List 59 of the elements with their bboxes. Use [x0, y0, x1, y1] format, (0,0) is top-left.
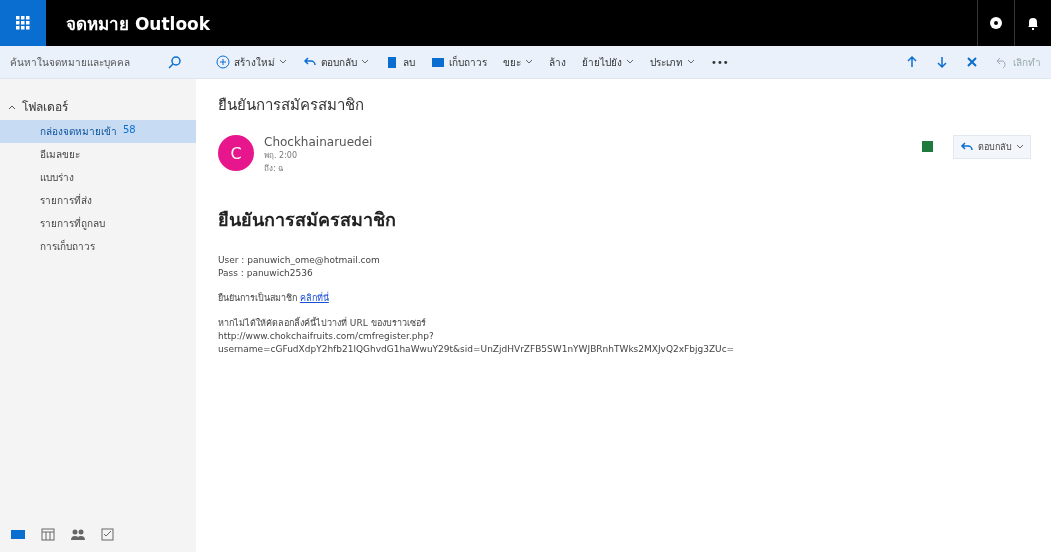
square-icon [922, 141, 933, 152]
toolbar-icon-button[interactable] [935, 55, 949, 69]
archive-icon [431, 55, 445, 69]
folder-item[interactable]: รายการที่ส่ง [0, 189, 196, 212]
toolbar-icon-button[interactable] [905, 55, 919, 69]
folders-toggle[interactable]: โฟลเดอร์ [0, 97, 68, 120]
confirm-link[interactable]: คลิกที่นี่ [299, 293, 329, 303]
message-recipient: ถึง: ฉ [264, 163, 285, 175]
folder-item[interactable]: แบบร่าง [0, 166, 196, 189]
caret-icon [1016, 144, 1024, 150]
credential-line: Pass : panuwich2536 [218, 267, 314, 280]
bell-icon [1027, 16, 1039, 30]
folder-item[interactable]: การเก็บถาวร [0, 235, 196, 258]
toolbar-icon-button[interactable] [965, 55, 979, 69]
waffle-icon [16, 16, 30, 30]
toolbar-button[interactable]: ตอบกลับ [303, 54, 369, 70]
fallback-text: หากไม่ได้ให้คัดลอกลิ้งค์นี้ไปวางที่ URL ของบราวเซอร์ [218, 317, 427, 330]
toolbar-button[interactable]: ลบ [385, 54, 415, 70]
trash-icon [385, 55, 399, 69]
toolbar-button[interactable]: สร้างใหม่ [216, 54, 287, 70]
close-icon [965, 55, 979, 69]
undo-icon [995, 55, 1009, 69]
nav-button[interactable] [40, 527, 56, 541]
toolbar-button[interactable]: ล้าง [549, 54, 566, 70]
credential-line: User : panuwich_ome@hotmail.com [218, 254, 381, 267]
nav-button[interactable] [10, 527, 26, 541]
toolbar-button[interactable]: ขยะ [503, 54, 533, 70]
message-subject: ยืนยันการสมัครสมาชิก [218, 95, 365, 116]
folder-item[interactable]: อีเมลขยะ [0, 143, 196, 166]
unread-count: 58 [123, 124, 136, 137]
tasks-icon [100, 527, 116, 541]
sender-name: Chockhainaruedei [264, 135, 374, 149]
chat-icon [989, 16, 1003, 30]
people-icon [70, 527, 86, 541]
sender-avatar: C [218, 135, 254, 171]
url-line: username=cGFudXdpY2hfb21lQGhvdG1haWwuY29t&sid=UnZjdHVrZFB5SW1nYWJBRnhTWks2MXJvQ2xFbjg3ZUc= [218, 343, 736, 356]
app-title: จดหมาย Outlook [66, 12, 212, 36]
reply-button[interactable]: ตอบกลับ [953, 135, 1031, 159]
nav-button[interactable] [70, 527, 86, 541]
search-icon [168, 55, 182, 69]
toolbar-button[interactable]: ประเภท [650, 54, 695, 70]
down-arrow-icon [935, 55, 949, 69]
up-arrow-icon [905, 55, 919, 69]
folder-item[interactable]: กล่องจดหมายเข้า 58 [0, 120, 196, 143]
url-line: http://www.chokchaifruits.com/cmfregister.php? [218, 330, 435, 343]
confirm-text: ยืนยันการเป็นสมาชิก คลิกที่นี่ [218, 292, 330, 305]
folder-item[interactable]: รายการที่ถูกลบ [0, 212, 196, 235]
chevron-icon [8, 103, 16, 110]
toolbar-button[interactable]: ย้ายไปยัง [582, 54, 634, 70]
body-heading: ยืนยันการสมัครสมาชิก [218, 208, 397, 232]
nav-button[interactable] [100, 527, 116, 541]
plus-circle-icon [216, 55, 230, 69]
message-date: พฤ. 2:00 [264, 150, 299, 162]
toolbar-button[interactable]: ••• [711, 56, 729, 68]
app-launcher-button[interactable] [0, 0, 46, 46]
search-field[interactable]: ค้นหาในจดหมายและบุคคล [8, 55, 162, 69]
calendar-icon [40, 527, 56, 541]
toolbar-button[interactable]: เก็บถาวร [431, 54, 487, 70]
mail-icon [10, 527, 26, 541]
